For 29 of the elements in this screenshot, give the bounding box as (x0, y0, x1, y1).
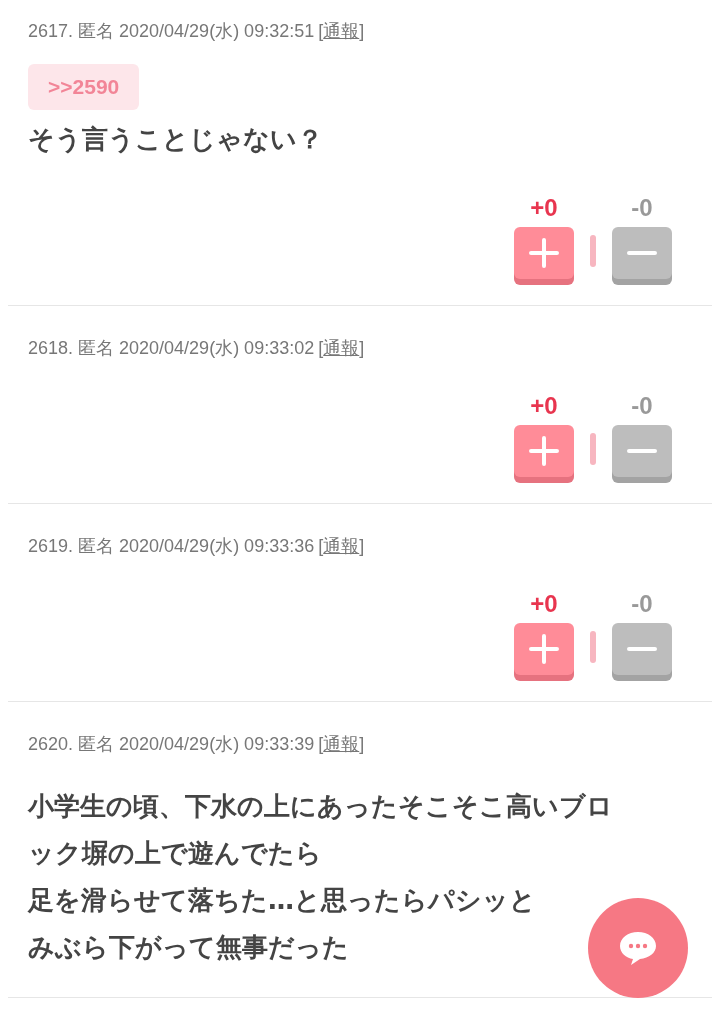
minus-count: -0 (631, 193, 653, 223)
minus-icon (627, 646, 657, 652)
comment-text: ック塀の上で遊んでたら (28, 837, 322, 870)
post-meta: 2620. 匿名 2020/04/29(水) 09:33:39 (28, 733, 315, 756)
comment-text: 小学生の頃、下水の上にあったそこそこ高いブロ (28, 790, 613, 823)
plus-count: +0 (530, 193, 558, 223)
speech-bubble-icon (618, 930, 658, 966)
post-meta: 2619. 匿名 2020/04/29(水) 09:33:36 (28, 535, 315, 558)
minus-count: -0 (631, 589, 653, 619)
post-meta: 2618. 匿名 2020/04/29(水) 09:33:02 (28, 337, 315, 360)
post-meta: 2617. 匿名 2020/04/29(水) 09:32:51 (28, 20, 315, 43)
comment-text: そう言うことじゃない？ (28, 123, 323, 156)
vote-divider (590, 631, 596, 663)
plus-icon (529, 238, 559, 268)
minus-icon (627, 250, 657, 256)
plus-icon (529, 436, 559, 466)
comment-text: みぶら下がって無事だった (28, 931, 349, 964)
report-link[interactable]: [通報] (318, 335, 365, 361)
report-link[interactable]: [通報] (318, 731, 365, 757)
comment-text: 足を滑らせて落ちた…と思ったらパシッと (28, 884, 536, 917)
plus-count: +0 (530, 391, 558, 421)
report-link[interactable]: [通報] (318, 18, 365, 44)
vote-divider (590, 235, 596, 267)
report-link[interactable]: [通報] (318, 533, 365, 559)
minus-count: -0 (631, 391, 653, 421)
plus-icon (529, 634, 559, 664)
plus-count: +0 (530, 589, 558, 619)
vote-divider (590, 433, 596, 465)
minus-icon (627, 448, 657, 454)
